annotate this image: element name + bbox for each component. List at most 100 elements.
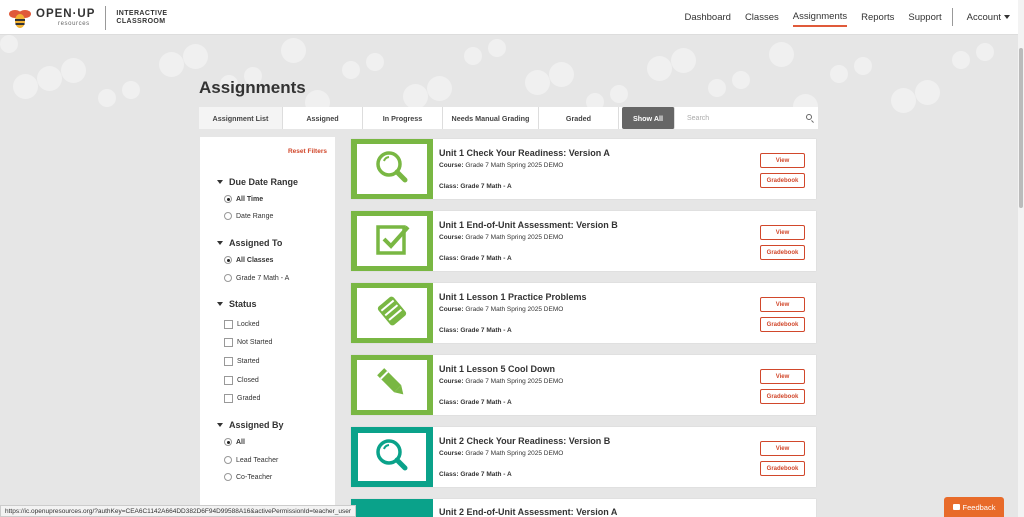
gradebook-button[interactable]: Gradebook <box>760 389 805 404</box>
assignment-title[interactable]: Unit 2 Check Your Readiness: Version B <box>439 436 610 446</box>
option-label: Closed <box>237 377 259 384</box>
due-date-range-toggle[interactable]: Due Date Range <box>217 177 298 187</box>
tab-graded[interactable]: Graded <box>539 107 619 129</box>
option-label: Lead Teacher <box>236 456 279 464</box>
nav-classes[interactable]: Classes <box>745 9 779 26</box>
gradebook-button[interactable]: Gradebook <box>760 317 805 332</box>
nav-support[interactable]: Support <box>908 9 941 26</box>
assignment-title[interactable]: Unit 1 Check Your Readiness: Version A <box>439 148 610 158</box>
checkbox-closed[interactable]: Closed <box>224 376 259 385</box>
tab-show-all[interactable]: Show All <box>622 107 675 129</box>
assignment-title[interactable]: Unit 1 Lesson 5 Cool Down <box>439 364 555 374</box>
tab-needs-manual-grading[interactable]: Needs Manual Grading <box>443 107 539 129</box>
class-label: Class: <box>439 327 459 334</box>
option-label: All Time <box>236 195 264 203</box>
course-value: Grade 7 Math Spring 2025 DEMO <box>465 162 564 169</box>
pattern-dot <box>159 52 184 77</box>
search-icon[interactable] <box>806 114 812 120</box>
gradebook-button[interactable]: Gradebook <box>760 461 805 476</box>
assignment-title[interactable]: Unit 1 Lesson 1 Practice Problems <box>439 292 587 302</box>
pattern-dot <box>952 51 970 69</box>
course-label: Course: <box>439 234 464 241</box>
checkbox-not-started[interactable]: Not Started <box>224 338 272 347</box>
scrollbar-thumb[interactable] <box>1019 48 1023 208</box>
checkbox-icon <box>372 219 412 264</box>
magnifier-icon <box>372 435 412 480</box>
gradebook-button[interactable]: Gradebook <box>760 245 805 260</box>
assignment-thumbnail[interactable] <box>351 355 433 415</box>
logo-divider <box>105 6 107 30</box>
gradebook-button[interactable]: Gradebook <box>760 173 805 188</box>
assignment-thumbnail[interactable] <box>351 139 433 199</box>
option-label: Co-Teacher <box>236 473 273 481</box>
search-input[interactable]: Search <box>680 107 818 129</box>
caret-down-icon <box>217 241 223 245</box>
class-value: Grade 7 Math - A <box>460 399 512 406</box>
class-label: Class: <box>439 399 459 406</box>
option-label: Started <box>237 358 260 365</box>
view-button[interactable]: View <box>760 369 805 384</box>
radio-selected-icon <box>224 256 232 264</box>
product-name-line-1: INTERACTIVE <box>116 9 168 17</box>
radio-all[interactable]: All <box>224 438 245 446</box>
account-menu[interactable]: Account <box>967 9 1010 26</box>
assignment-class: Class: Grade 7 Math - A <box>439 471 512 478</box>
radio-selected-icon <box>224 195 232 203</box>
radio-date-range[interactable]: Date Range <box>224 212 273 220</box>
top-navigation-bar: OPEN·UP resources INTERACTIVE CLASSROOM … <box>0 0 1018 35</box>
radio-grade-7-math-a[interactable]: Grade 7 Math - A <box>224 274 289 282</box>
radio-all-time[interactable]: All Time <box>224 195 263 203</box>
tab-assignment-list[interactable]: Assignment List <box>199 107 283 129</box>
view-button[interactable]: View <box>760 153 805 168</box>
pattern-dot <box>976 43 994 61</box>
assignment-title[interactable]: Unit 2 End-of-Unit Assessment: Version A <box>439 507 617 517</box>
pattern-dot <box>37 66 62 91</box>
checkbox-started[interactable]: Started <box>224 357 260 366</box>
radio-all-classes[interactable]: All Classes <box>224 256 273 264</box>
class-label: Class: <box>439 255 459 262</box>
radio-icon <box>224 456 232 464</box>
pattern-dot <box>61 58 86 83</box>
pattern-dot <box>891 88 916 113</box>
caret-down-icon <box>217 302 223 306</box>
nav-reports[interactable]: Reports <box>861 9 894 26</box>
class-value: Grade 7 Math - A <box>460 183 512 190</box>
assignment-title[interactable]: Unit 1 End-of-Unit Assessment: Version B <box>439 220 618 230</box>
chevron-down-icon <box>1004 14 1010 19</box>
feedback-button[interactable]: Feedback <box>944 497 1004 517</box>
checkbox-graded[interactable]: Graded <box>224 394 260 403</box>
checkbox-locked[interactable]: Locked <box>224 320 260 329</box>
assignment-thumbnail[interactable] <box>351 427 433 487</box>
nav-dashboard[interactable]: Dashboard <box>684 9 730 26</box>
assignment-card: Unit 1 Check Your Readiness: Version A C… <box>351 139 816 199</box>
nav-assignments[interactable]: Assignments <box>792 8 848 27</box>
radio-co-teacher[interactable]: Co-Teacher <box>224 473 272 481</box>
view-button[interactable]: View <box>760 297 805 312</box>
status-toggle[interactable]: Status <box>217 299 257 309</box>
tab-assigned[interactable]: Assigned <box>283 107 363 129</box>
assignment-course: Course: Grade 7 Math Spring 2025 DEMO <box>439 306 563 313</box>
view-button[interactable]: View <box>760 225 805 240</box>
status-title: Status <box>229 299 257 309</box>
class-value: Grade 7 Math - A <box>460 327 512 334</box>
course-value: Grade 7 Math Spring 2025 DEMO <box>465 450 564 457</box>
view-button[interactable]: View <box>760 441 805 456</box>
assignment-thumbnail[interactable] <box>351 211 433 271</box>
open-up-logo[interactable]: OPEN·UP resources INTERACTIVE CLASSROOM <box>8 6 167 30</box>
tab-in-progress[interactable]: In Progress <box>363 107 443 129</box>
reset-filters-link[interactable]: Reset Filters <box>288 148 327 155</box>
assignment-thumbnail[interactable] <box>351 499 433 517</box>
main-nav: Dashboard Classes Assignments Reports Su… <box>670 0 1010 34</box>
pattern-dot <box>464 47 482 65</box>
assignment-thumbnail[interactable] <box>351 283 433 343</box>
assignment-filter-tabs: Assignment List Assigned In Progress Nee… <box>199 107 818 129</box>
assigned-by-toggle[interactable]: Assigned By <box>217 420 284 430</box>
option-label: All Classes <box>236 256 274 264</box>
pattern-dot <box>183 44 208 69</box>
radio-lead-teacher[interactable]: Lead Teacher <box>224 456 278 464</box>
assignment-card: Unit 2 Check Your Readiness: Version B C… <box>351 427 816 487</box>
assigned-to-toggle[interactable]: Assigned To <box>217 238 282 248</box>
page-scrollbar[interactable] <box>1018 0 1024 517</box>
pattern-dot <box>281 38 306 63</box>
option-label: All <box>236 438 245 446</box>
